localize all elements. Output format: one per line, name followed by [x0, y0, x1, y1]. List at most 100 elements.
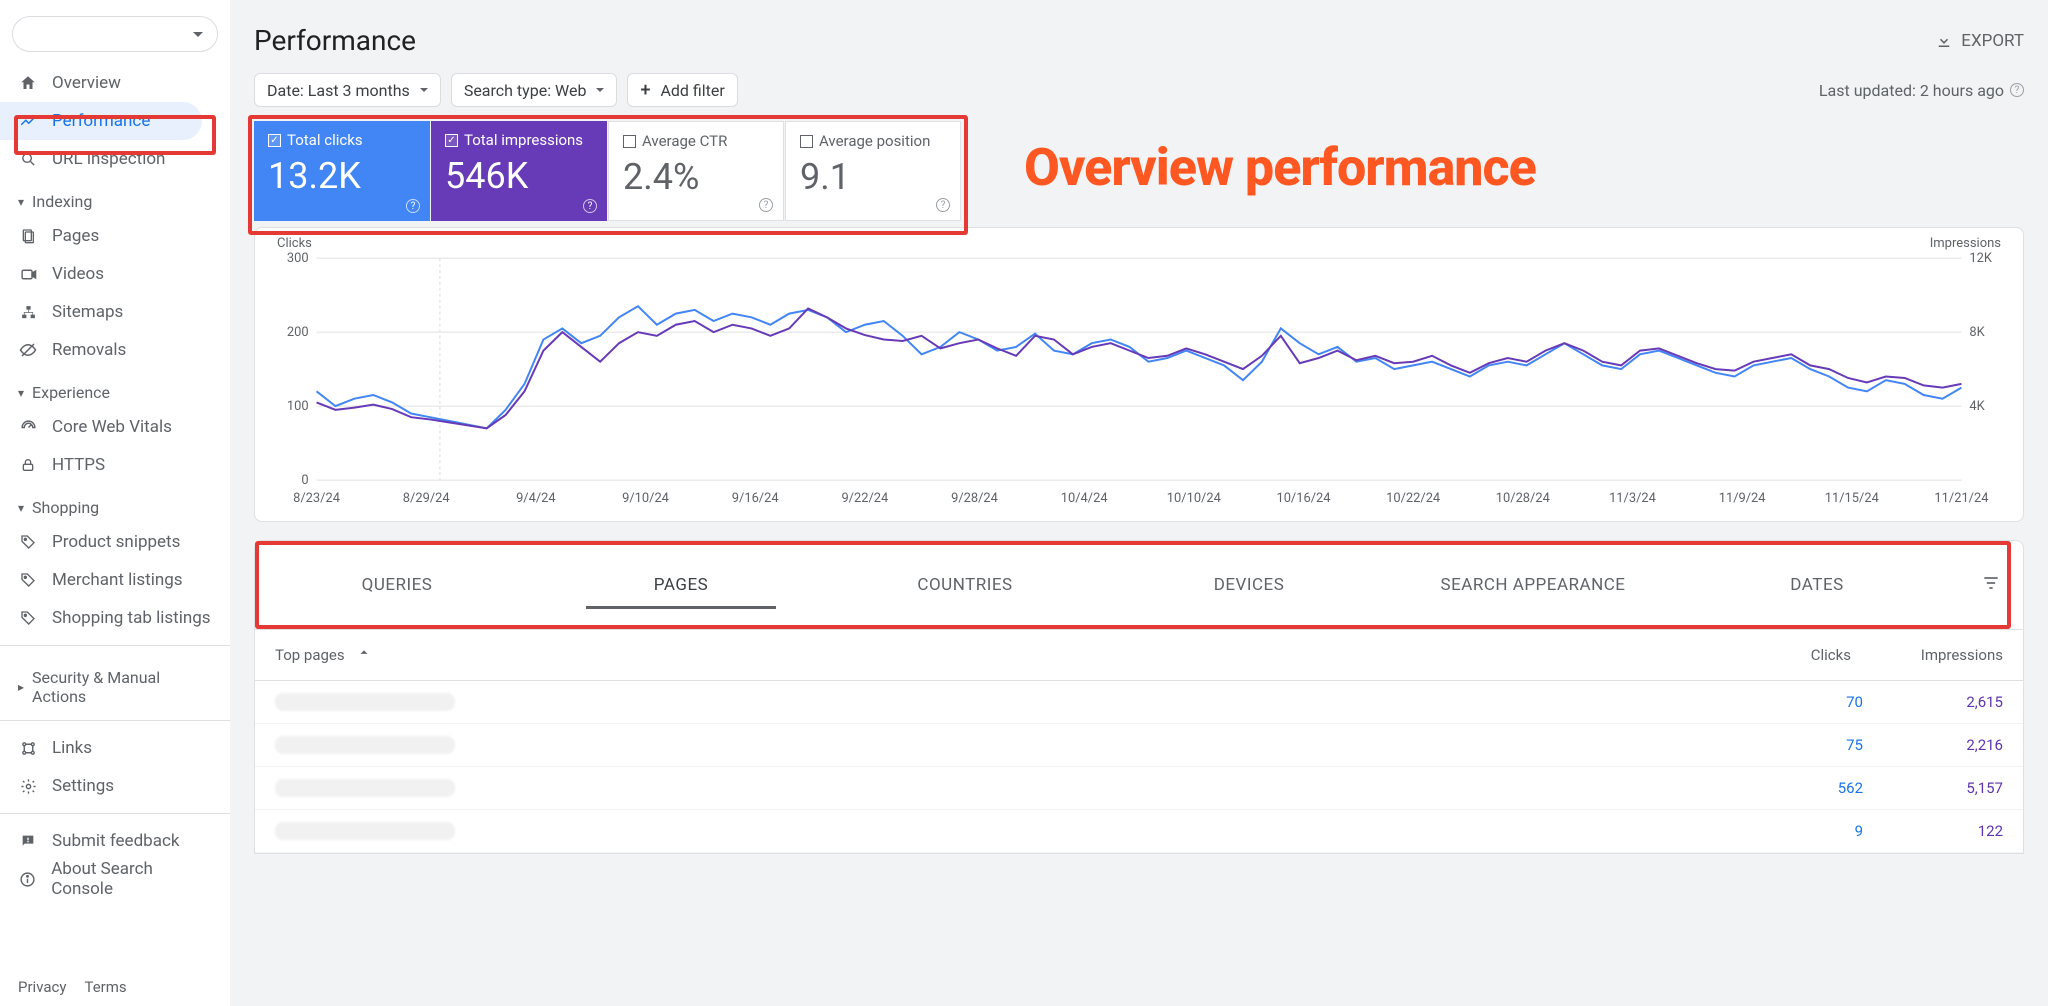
- footer-links: Privacy Terms: [18, 978, 127, 996]
- last-updated: Last updated: 2 hours ago?: [1819, 81, 2024, 100]
- tab-devices[interactable]: DEVICES: [1107, 545, 1391, 625]
- sidebar-item-merchant-listings[interactable]: Merchant listings: [0, 561, 230, 599]
- table-row[interactable]: 702,615: [255, 681, 2023, 724]
- section-shopping[interactable]: ▾Shopping: [0, 484, 230, 523]
- sidebar-item-videos[interactable]: Videos: [0, 255, 230, 293]
- svg-text:12K: 12K: [1969, 251, 1992, 266]
- table-row[interactable]: 752,216: [255, 724, 2023, 767]
- cell-clicks: 9: [1723, 822, 1863, 840]
- sidebar-item-product-snippets[interactable]: Product snippets: [0, 523, 230, 561]
- svg-text:10/4/24: 10/4/24: [1061, 491, 1108, 506]
- sidebar-item-overview[interactable]: Overview: [0, 64, 230, 102]
- plus-icon: +: [640, 80, 650, 101]
- svg-text:11/9/24: 11/9/24: [1719, 491, 1766, 506]
- sidebar-item-label: URL inspection: [52, 149, 165, 169]
- sidebar-item-feedback[interactable]: Submit feedback: [0, 822, 230, 860]
- card-value: 13.2K: [268, 155, 416, 197]
- sidebar-item-https[interactable]: HTTPS: [0, 446, 230, 484]
- links-icon: [18, 740, 38, 757]
- card-average-ctr[interactable]: Average CTR 2.4% ?: [608, 121, 784, 221]
- video-icon: [18, 266, 38, 283]
- terms-link[interactable]: Terms: [84, 978, 126, 996]
- tab-pages[interactable]: PAGES: [539, 545, 823, 625]
- sidebar-item-removals[interactable]: Removals: [0, 331, 230, 369]
- svg-text:11/3/24: 11/3/24: [1609, 491, 1656, 506]
- sidebar-item-core-web-vitals[interactable]: Core Web Vitals: [0, 408, 230, 446]
- help-icon[interactable]: ?: [759, 198, 773, 212]
- section-experience[interactable]: ▾Experience: [0, 369, 230, 408]
- tag-icon: [18, 534, 38, 550]
- y-left-label: Clicks: [277, 236, 312, 251]
- privacy-link[interactable]: Privacy: [18, 978, 66, 996]
- col-impressions[interactable]: Impressions: [1863, 646, 2003, 664]
- performance-chart: Clicks Impressions 01002003004K8K12K8/23…: [254, 227, 2024, 522]
- sidebar-item-about[interactable]: About Search Console: [0, 860, 230, 898]
- svg-text:300: 300: [287, 251, 309, 266]
- help-icon[interactable]: ?: [406, 199, 420, 213]
- svg-text:9/22/24: 9/22/24: [841, 491, 888, 506]
- sidebar-item-links[interactable]: Links: [0, 729, 230, 767]
- pages-icon: [18, 228, 38, 244]
- home-icon: [18, 74, 38, 92]
- table: Detailed information Top pages Clicks Im…: [254, 630, 2024, 854]
- card-total-impressions[interactable]: ✓Total impressions 546K ?: [431, 121, 607, 221]
- page-url-redacted: [275, 779, 455, 797]
- speed-icon: [18, 419, 38, 436]
- cell-impressions: 2,216: [1863, 736, 2003, 754]
- svg-text:8/23/24: 8/23/24: [293, 491, 340, 506]
- table-row[interactable]: 9122: [255, 810, 2023, 853]
- sidebar-item-label: Performance: [52, 111, 150, 131]
- tab-countries[interactable]: COUNTRIES: [823, 545, 1107, 625]
- sidebar-item-shopping-tab[interactable]: Shopping tab listings: [0, 599, 230, 637]
- card-total-clicks[interactable]: ✓Total clicks 13.2K ?: [254, 121, 430, 221]
- feedback-icon: [18, 833, 38, 849]
- tab-dates[interactable]: DATES: [1675, 545, 1959, 625]
- sidebar-item-settings[interactable]: Settings: [0, 767, 230, 805]
- svg-text:4K: 4K: [1969, 399, 1985, 414]
- svg-text:100: 100: [287, 399, 309, 414]
- svg-text:10/10/24: 10/10/24: [1167, 491, 1221, 506]
- section-security[interactable]: ▸Security & Manual Actions: [0, 654, 230, 712]
- chevron-down-icon: ▾: [18, 386, 24, 400]
- sort-arrow-icon: [357, 648, 371, 662]
- property-selector[interactable]: [12, 16, 218, 52]
- sidebar-item-pages[interactable]: Pages: [0, 217, 230, 255]
- svg-text:9/4/24: 9/4/24: [516, 491, 556, 506]
- download-icon: [1935, 32, 1953, 50]
- chevron-down-icon: [420, 88, 428, 92]
- sidebar: Overview Performance URL inspection ▾Ind…: [0, 0, 230, 1006]
- page-url-redacted: [275, 736, 455, 754]
- date-filter-chip[interactable]: Date: Last 3 months: [254, 73, 441, 107]
- tab-search-appearance[interactable]: SEARCH APPEARANCE: [1391, 545, 1675, 625]
- cell-impressions: 122: [1863, 822, 2003, 840]
- tab-queries[interactable]: QUERIES: [255, 545, 539, 625]
- sidebar-item-performance[interactable]: Performance: [0, 102, 202, 140]
- tabs-container: QUERIESPAGESCOUNTRIESDEVICESSEARCH APPEA…: [254, 540, 2024, 630]
- table-filter-button[interactable]: [1959, 545, 2023, 625]
- search-type-chip[interactable]: Search type: Web: [451, 73, 618, 107]
- svg-text:10/16/24: 10/16/24: [1276, 491, 1330, 506]
- help-icon[interactable]: ?: [583, 199, 597, 213]
- col-clicks[interactable]: Clicks: [1711, 646, 1851, 664]
- page-header: Performance EXPORT: [254, 0, 2024, 73]
- sidebar-item-url-inspection[interactable]: URL inspection: [0, 140, 230, 178]
- help-icon[interactable]: ?: [936, 198, 950, 212]
- sidebar-item-sitemaps[interactable]: Sitemaps: [0, 293, 230, 331]
- card-average-position[interactable]: Average position 9.1 ?: [785, 121, 961, 221]
- sitemap-icon: [18, 304, 38, 321]
- table-row[interactable]: 5625,157: [255, 767, 2023, 810]
- removal-icon: [18, 341, 38, 359]
- gear-icon: [18, 778, 38, 795]
- section-indexing[interactable]: ▾Indexing: [0, 178, 230, 217]
- y-right-label: Impressions: [1930, 236, 2001, 251]
- help-icon[interactable]: ?: [2010, 83, 2024, 97]
- add-filter-chip[interactable]: +Add filter: [627, 73, 737, 107]
- svg-text:8K: 8K: [1969, 325, 1985, 340]
- page-url-redacted: [275, 822, 455, 840]
- col-pages[interactable]: Top pages: [275, 646, 345, 664]
- export-button[interactable]: EXPORT: [1935, 31, 2024, 51]
- svg-text:11/21/24: 11/21/24: [1934, 491, 1988, 506]
- cell-impressions: 5,157: [1863, 779, 2003, 797]
- svg-text:9/10/24: 9/10/24: [622, 491, 669, 506]
- checkbox-icon: [800, 135, 813, 148]
